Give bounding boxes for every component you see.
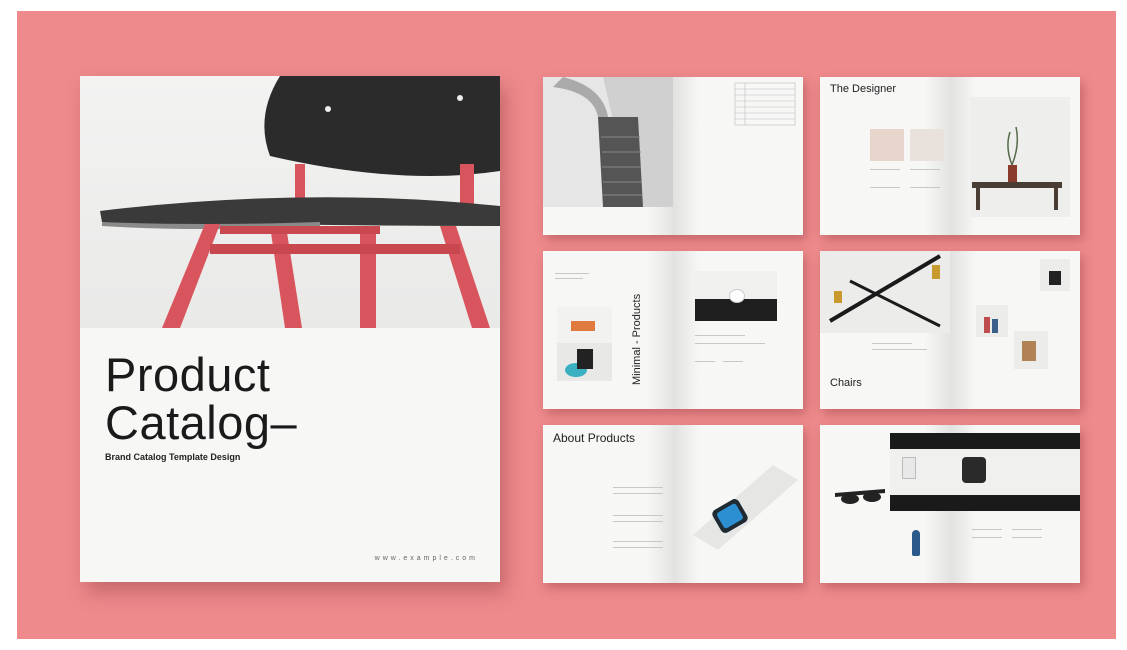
chair-photo [80,76,500,328]
spread-about-right [673,425,803,583]
spread-minimal-right [673,251,803,409]
bottles-photo [976,305,1008,337]
tote-photo [1040,259,1070,291]
spread-contents [543,77,803,235]
spread-chairs-right [950,251,1080,409]
cover-subtitle: Brand Catalog Template Design [105,452,241,462]
staircase-photo [543,77,673,207]
spread-about: About Products [543,425,803,583]
vase-blue-photo [912,530,920,556]
spread-designer: The Designer [820,77,1080,235]
chairs-heading: Chairs [830,377,862,389]
small-device-photo [902,457,916,479]
sunglasses-photo [835,489,885,504]
spread-accessories-left [820,425,950,583]
designer-portrait-1 [870,129,904,161]
chair-illustration [100,76,500,328]
cover-title-line1: Product [105,348,271,401]
designer-portrait-2 [910,129,944,161]
bag-photo [557,343,612,381]
cover-title-line2: Catalog– [105,396,298,449]
cup-photo [695,271,777,321]
spread-contents-right [673,77,803,235]
cover-url: www.example.com [374,555,478,562]
spread-designer-right [950,77,1080,235]
vase-photo [970,97,1070,217]
spread-accessories [820,425,1080,583]
orange-object-photo [557,307,612,343]
spread-designer-left: The Designer [820,77,950,235]
catalog-cover: Product Catalog– Brand Catalog Template … [80,76,500,582]
about-products-heading: About Products [553,431,636,445]
minimal-products-heading: Minimal - Products [631,293,643,385]
spread-about-left: About Products [543,425,673,583]
spread-minimal-left: Minimal - Products [543,251,673,409]
designer-heading: The Designer [830,83,897,95]
watch-photo [693,465,798,550]
cover-title: Product Catalog– [105,351,297,447]
speaker-photo [1014,331,1048,369]
spread-chairs: Chairs [820,251,1080,409]
spread-contents-left [543,77,673,235]
contents-table [734,82,796,126]
wallet-photo [962,457,986,483]
spread-minimal: Minimal - Products [543,251,803,409]
spread-chairs-left: Chairs [820,251,950,409]
spread-accessories-right [950,425,1080,583]
